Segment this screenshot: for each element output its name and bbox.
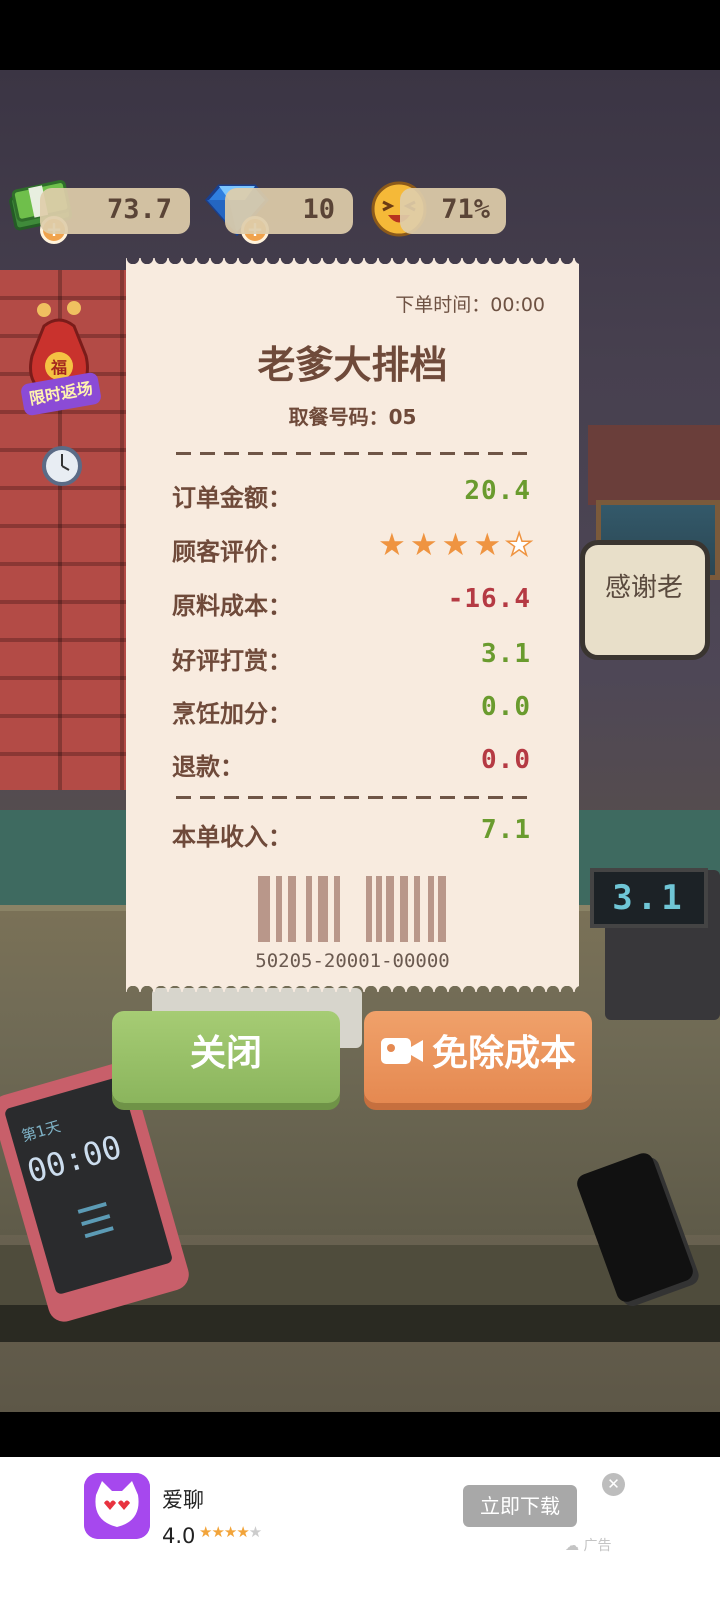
ingredient-cost-label: 原料成本： bbox=[172, 592, 292, 620]
ad-banner[interactable]: 爱聊 4.0 ★★★★★ 立即下载 ✕ ☁ 广告 bbox=[0, 1457, 720, 1600]
filled-star-icon: ★ bbox=[378, 527, 406, 563]
refund-label: 退款： bbox=[172, 753, 244, 781]
counter-bottom bbox=[0, 1305, 720, 1342]
satisfaction-counter: 71% bbox=[400, 188, 506, 234]
money-counter: 73.7 bbox=[40, 188, 190, 234]
order-amount-label: 订单金额： bbox=[172, 484, 292, 512]
gem-counter: 10 bbox=[225, 188, 353, 234]
customer-rating-label: 顾客评价： bbox=[172, 538, 292, 566]
order-time: 下单时间：00:00 bbox=[395, 294, 545, 316]
lucky-bag-char: 福 bbox=[50, 358, 67, 377]
ad-rating-stars: ★★★★★ bbox=[199, 1523, 262, 1541]
refund-value: 0.0 bbox=[481, 745, 531, 775]
ad-label-text: 广告 bbox=[583, 1538, 612, 1554]
barcode-number: 50205-20001-00000 bbox=[255, 950, 450, 972]
filled-star-icon: ★ bbox=[473, 527, 502, 563]
clock-icon[interactable] bbox=[42, 440, 82, 492]
video-icon bbox=[380, 1038, 423, 1064]
cooking-bonus-label: 烹饪加分： bbox=[172, 700, 292, 728]
empty-star-icon: ★ bbox=[504, 527, 533, 563]
menu-icon: ☰ bbox=[72, 1194, 120, 1249]
tip-value: 3.1 bbox=[481, 639, 531, 669]
tip-label: 好评打赏： bbox=[172, 647, 292, 675]
app-logo-icon[interactable] bbox=[84, 1473, 150, 1539]
close-button-label: 关闭 bbox=[189, 1033, 262, 1074]
filled-star-icon: ★ bbox=[441, 527, 470, 563]
order-receipt: 下单时间：00:00 老爹大排档 取餐号码：05 订单金额： 20.4 顾客评价… bbox=[126, 258, 579, 992]
status-bar-area bbox=[0, 0, 720, 70]
ad-download-button[interactable]: 立即下载 bbox=[463, 1485, 577, 1527]
ad-app-name: 爱聊 bbox=[162, 1488, 204, 1512]
ingredient-cost-value: -16.4 bbox=[447, 584, 531, 614]
speech-bubble-text: 感谢老 bbox=[605, 573, 684, 603]
tablet-day-label: 第1天 bbox=[19, 1117, 63, 1146]
cooking-bonus-value: 0.0 bbox=[481, 692, 531, 722]
shop-name: 老爹大排档 bbox=[257, 343, 448, 387]
filled-star-icon: ★ bbox=[409, 527, 438, 563]
shop-awning bbox=[588, 425, 720, 505]
divider bbox=[176, 452, 529, 455]
register-display: 3.1 bbox=[590, 868, 708, 928]
remove-cost-label: 免除成本 bbox=[431, 1033, 576, 1074]
ad-app-rating: 4.0 bbox=[162, 1524, 196, 1548]
total-income-value: 7.1 bbox=[481, 815, 531, 845]
ad-label: ☁ 广告 bbox=[565, 1538, 612, 1554]
ad-close-icon[interactable]: ✕ bbox=[602, 1473, 625, 1496]
barcode bbox=[258, 876, 446, 942]
close-button[interactable]: 关闭 bbox=[112, 1011, 340, 1103]
divider bbox=[176, 796, 529, 799]
rating-stars: ★ ★ ★ ★ ★ bbox=[378, 527, 534, 563]
order-amount-value: 20.4 bbox=[464, 476, 531, 506]
customer-speech-bubble: 感谢老 bbox=[580, 540, 710, 660]
pickup-number: 取餐号码：05 bbox=[288, 405, 417, 429]
total-income-label: 本单收入： bbox=[172, 823, 292, 851]
remove-cost-button[interactable]: 免除成本 bbox=[364, 1011, 592, 1103]
